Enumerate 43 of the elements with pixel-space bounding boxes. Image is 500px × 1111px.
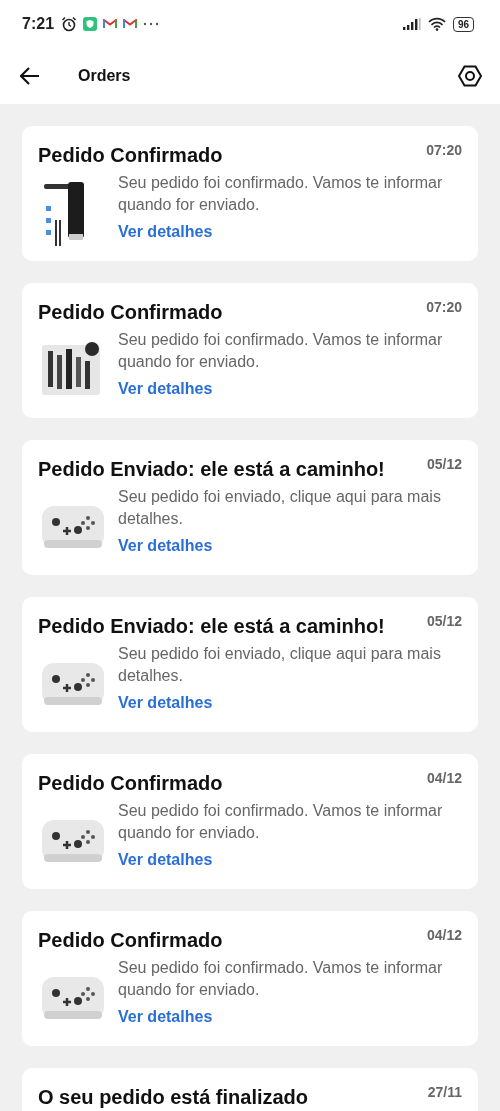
order-time: 04/12 (426, 927, 462, 943)
details-link[interactable]: Ver detalhes (118, 380, 213, 398)
order-card[interactable]: Pedido Enviado: ele está a caminho! 05/12 Seu pedido foi enviado, clique aqui para mais detalhes. Ver detalhes (22, 440, 478, 575)
order-time: 07:20 (426, 142, 462, 158)
details-link[interactable]: Ver detalhes (118, 537, 213, 555)
order-message: Seu pedido foi confirmado. Vamos te informar quando for enviado. (118, 801, 444, 843)
order-time: 04/12 (426, 770, 462, 786)
order-card[interactable]: Pedido Confirmado 04/12 Seu pedido foi confirmado. Vamos te informar quando for enviado. Ver detalhes (22, 911, 478, 1046)
more-icon (143, 22, 160, 26)
status-time: 7:21 (22, 15, 55, 33)
shield-app-icon (83, 17, 98, 31)
details-link[interactable]: Ver detalhes (118, 223, 213, 241)
order-title: Pedido Confirmado (38, 771, 223, 796)
order-time: 05/12 (426, 613, 462, 629)
wifi-icon (427, 17, 446, 31)
order-message: Seu pedido foi confirmado. Vamos te informar quando for enviado. (118, 330, 444, 372)
order-message: Seu pedido foi enviado, clique aqui para mais detalhes. (118, 644, 442, 686)
order-card[interactable]: O seu pedido está finalizado 27/11 (22, 1068, 478, 1111)
details-link[interactable]: Ver detalhes (118, 694, 213, 712)
order-time: 07:20 (426, 299, 462, 315)
order-title: Pedido Confirmado (38, 300, 223, 325)
details-link[interactable]: Ver detalhes (118, 1008, 213, 1026)
order-time: 27/11 (427, 1084, 462, 1100)
order-time: 05/12 (426, 456, 462, 472)
order-message: Seu pedido foi enviado, clique aqui para mais detalhes. (118, 487, 442, 529)
order-title: Pedido Enviado: ele está a caminho! (38, 614, 385, 639)
order-title: Pedido Confirmado (38, 928, 223, 953)
order-card[interactable]: Pedido Enviado: ele está a caminho! 05/12 Seu pedido foi enviado, clique aqui para mais detalhes. Ver detalhes (22, 597, 478, 732)
order-card[interactable]: Pedido Confirmado 07:20 Seu pedido foi confirmado. Vamos te informar quando for enviado. Ver detalhes (22, 283, 478, 418)
order-title: O seu pedido está finalizado (38, 1085, 309, 1110)
order-title: Pedido Enviado: ele está a caminho! (38, 457, 385, 482)
page-title: Orders (78, 67, 132, 85)
order-message: Seu pedido foi confirmado. Vamos te informar quando for enviado. (118, 173, 444, 215)
details-link[interactable]: Ver detalhes (118, 851, 213, 869)
signal-icon (402, 18, 421, 30)
order-card[interactable]: Pedido Confirmado 07:20 Seu pedido foi confirmado. Vamos te informar quando for enviado. Ver detalhes (22, 126, 478, 261)
order-title: Pedido Confirmado (38, 143, 223, 168)
battery-level: 96 (457, 18, 469, 30)
alarm-clock-icon (61, 16, 78, 32)
mail-icon (103, 19, 118, 29)
mail-icon (123, 19, 138, 29)
order-message: Seu pedido foi confirmado. Vamos te informar quando for enviado. (118, 958, 444, 1000)
order-card[interactable]: Pedido Confirmado 04/12 Seu pedido foi confirmado. Vamos te informar quando for enviado. Ver detalhes (22, 754, 478, 889)
